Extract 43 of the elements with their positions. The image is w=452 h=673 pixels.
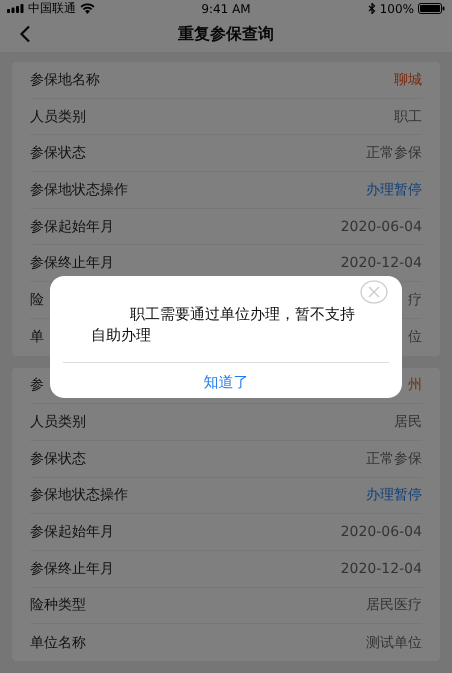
field-value: 州 [408,376,422,394]
field-label: 参保状态 [30,450,86,468]
field-value: 居民医疗 [366,596,422,614]
wifi-icon [80,3,95,14]
field-label: 参保地状态操作 [30,180,128,199]
field-value: 2020-06-04 [340,218,422,235]
field-label: 险种类型 [30,596,86,614]
field-value: 职工 [394,108,422,126]
field-label: 参保状态 [30,144,86,162]
field-value: 2020-12-04 [340,255,422,272]
field-value: 正常参保 [366,450,422,468]
field-value: 居民 [394,413,422,432]
action-link[interactable]: 办理暂停 [366,486,422,504]
field-value: 2020-12-04 [340,560,422,577]
field-value: 位 [408,328,422,346]
dialog-message: 职工需要通过单位办理，暂不支持自助办理 [91,304,356,346]
field-value: 正常参保 [366,144,422,162]
field-value: 聊城 [394,70,422,89]
field-label: 单位名称 [30,634,86,652]
field-label: 人员类别 [30,413,86,432]
bluetooth-icon [368,3,376,14]
clock-time: 9:41 AM [201,2,251,16]
field-label: 参保地状态操作 [30,486,128,504]
page-title: 重复参保查询 [178,24,274,45]
field-value: 疗 [408,290,422,309]
battery-icon [418,3,445,14]
signal-icon [7,4,24,13]
field-label: 单 [30,328,44,346]
field-label: 参保起始年月 [30,218,114,236]
action-link[interactable]: 办理暂停 [366,180,422,199]
carrier-name: 中国联通 [28,0,76,17]
field-label: 人员类别 [30,108,86,126]
field-value: 2020-06-04 [340,524,422,540]
field-label: 参保终止年月 [30,254,114,272]
confirm-button[interactable]: 知道了 [196,371,256,394]
field-label: 参 [30,376,44,394]
back-icon[interactable] [19,25,31,43]
field-label: 参保起始年月 [30,523,114,542]
battery-percent: 100% [380,2,414,16]
field-label: 险 [30,290,44,309]
field-label: 参保终止年月 [30,560,114,578]
field-value: 测试单位 [366,634,422,652]
field-label: 参保地名称 [30,70,100,89]
